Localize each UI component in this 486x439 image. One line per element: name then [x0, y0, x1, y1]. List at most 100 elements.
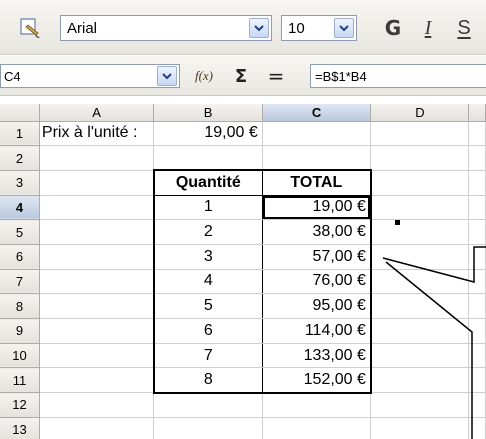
cell-e7[interactable] [468, 269, 486, 295]
cell-b10[interactable]: 7 [153, 343, 263, 369]
name-box[interactable]: C4 [0, 64, 180, 88]
cell-b6[interactable]: 3 [153, 244, 263, 270]
cell-e6[interactable] [468, 244, 486, 270]
italic-button[interactable]: I [417, 14, 439, 42]
font-size-select[interactable]: 10 [281, 15, 357, 41]
cell-b5[interactable]: 2 [153, 219, 263, 245]
row-header[interactable]: 11 [0, 367, 40, 394]
row-header[interactable]: 6 [0, 244, 40, 270]
cell-c9[interactable]: 114,00 € [262, 318, 372, 344]
row-header[interactable]: 12 [0, 392, 40, 418]
formula-input[interactable]: =B$1*B4 [310, 64, 486, 88]
cell-a10[interactable] [39, 343, 155, 369]
cell-a9[interactable] [39, 318, 155, 344]
column-header-a[interactable]: A [39, 104, 155, 122]
cell-b3[interactable]: Quantité [153, 170, 263, 196]
chevron-down-icon[interactable] [334, 18, 354, 38]
cell-b4[interactable]: 1 [153, 195, 263, 221]
cell-a7[interactable] [39, 269, 155, 295]
row-header[interactable]: 1 [0, 121, 40, 147]
cell-d8[interactable] [370, 293, 470, 319]
cell-b1[interactable]: 19,00 € [153, 121, 263, 147]
cell-a13[interactable] [39, 417, 155, 439]
cell-c3[interactable]: TOTAL [262, 170, 372, 196]
cell-e10[interactable] [468, 343, 486, 369]
row-header[interactable]: 2 [0, 145, 40, 171]
cell-b9[interactable]: 6 [153, 318, 263, 344]
cell-d5[interactable] [370, 219, 470, 245]
cell-d4[interactable] [370, 195, 470, 221]
font-name-select[interactable]: Arial [60, 15, 272, 41]
row-header[interactable]: 3 [0, 170, 40, 196]
row-header[interactable]: 4 [0, 195, 40, 221]
cell-a5[interactable] [39, 219, 155, 245]
cell-d2[interactable] [370, 145, 470, 171]
underline-button[interactable]: S [453, 14, 475, 42]
cell-a2[interactable] [39, 145, 155, 171]
column-header-b[interactable]: B [153, 104, 263, 122]
cell-b13[interactable] [153, 417, 263, 439]
bold-button[interactable]: G [382, 14, 404, 42]
function-wizard-button[interactable]: f(x) [192, 64, 216, 88]
cell-d9[interactable] [370, 318, 470, 344]
cell-a1[interactable]: Prix à l'unité : [39, 121, 155, 147]
cell-e4[interactable] [468, 195, 486, 221]
cell-c10[interactable]: 133,00 € [262, 343, 372, 369]
column-header-c[interactable]: C [262, 104, 372, 122]
cell-b11[interactable]: 8 [153, 367, 263, 394]
cell-b2[interactable] [153, 145, 263, 172]
cell-e3[interactable] [468, 170, 486, 196]
cell-a6[interactable] [39, 244, 155, 270]
cell-d12[interactable] [370, 392, 470, 418]
cell-d1[interactable] [370, 121, 470, 147]
cell-d3[interactable] [370, 170, 470, 196]
cell-c4[interactable]: 19,00 € [262, 195, 372, 221]
cell-e13[interactable] [468, 417, 486, 439]
cell-e12[interactable] [468, 392, 486, 418]
row-header[interactable]: 10 [0, 343, 40, 369]
cell-c5[interactable]: 38,00 € [262, 219, 372, 245]
function-button[interactable]: = [266, 63, 286, 89]
cell-b12[interactable] [153, 392, 263, 418]
table-row: 13 [0, 417, 486, 439]
row-header[interactable]: 5 [0, 219, 40, 245]
row-header[interactable]: 13 [0, 417, 40, 439]
select-all-corner[interactable] [0, 104, 40, 122]
cell-b8[interactable]: 5 [153, 293, 263, 319]
fill-handle[interactable] [395, 220, 400, 225]
cell-c1[interactable] [262, 121, 372, 147]
cell-c13[interactable] [262, 417, 372, 439]
cell-e5[interactable] [468, 219, 486, 245]
cell-c12[interactable] [262, 392, 372, 418]
cell-d10[interactable] [370, 343, 470, 369]
cell-e2[interactable] [468, 145, 486, 171]
sum-button[interactable]: Σ [231, 63, 251, 89]
cell-e11[interactable] [468, 367, 486, 394]
cell-e8[interactable] [468, 293, 486, 319]
cell-c8[interactable]: 95,00 € [262, 293, 372, 319]
column-header-e[interactable] [468, 104, 486, 122]
cell-a4[interactable] [39, 195, 155, 221]
row-header[interactable]: 8 [0, 293, 40, 319]
column-header-d[interactable]: D [370, 104, 470, 122]
chevron-down-icon[interactable] [249, 18, 269, 38]
cell-a12[interactable] [39, 392, 155, 418]
cell-c11[interactable]: 152,00 € [262, 367, 372, 394]
cell-e9[interactable] [468, 318, 486, 344]
row-header[interactable]: 7 [0, 269, 40, 295]
cell-d11[interactable] [370, 367, 470, 394]
cell-e1[interactable] [468, 121, 486, 147]
cell-c2[interactable] [262, 145, 372, 172]
cell-d7[interactable] [370, 269, 470, 295]
cell-b7[interactable]: 4 [153, 269, 263, 295]
chevron-down-icon[interactable] [157, 66, 177, 86]
paintbrush-icon[interactable] [16, 14, 46, 42]
cell-a8[interactable] [39, 293, 155, 319]
cell-a11[interactable] [39, 367, 155, 394]
row-header[interactable]: 9 [0, 318, 40, 344]
cell-d6[interactable] [370, 244, 470, 270]
cell-c6[interactable]: 57,00 € [262, 244, 372, 270]
cell-c7[interactable]: 76,00 € [262, 269, 372, 295]
cell-a3[interactable] [39, 170, 155, 196]
cell-d13[interactable] [370, 417, 470, 439]
